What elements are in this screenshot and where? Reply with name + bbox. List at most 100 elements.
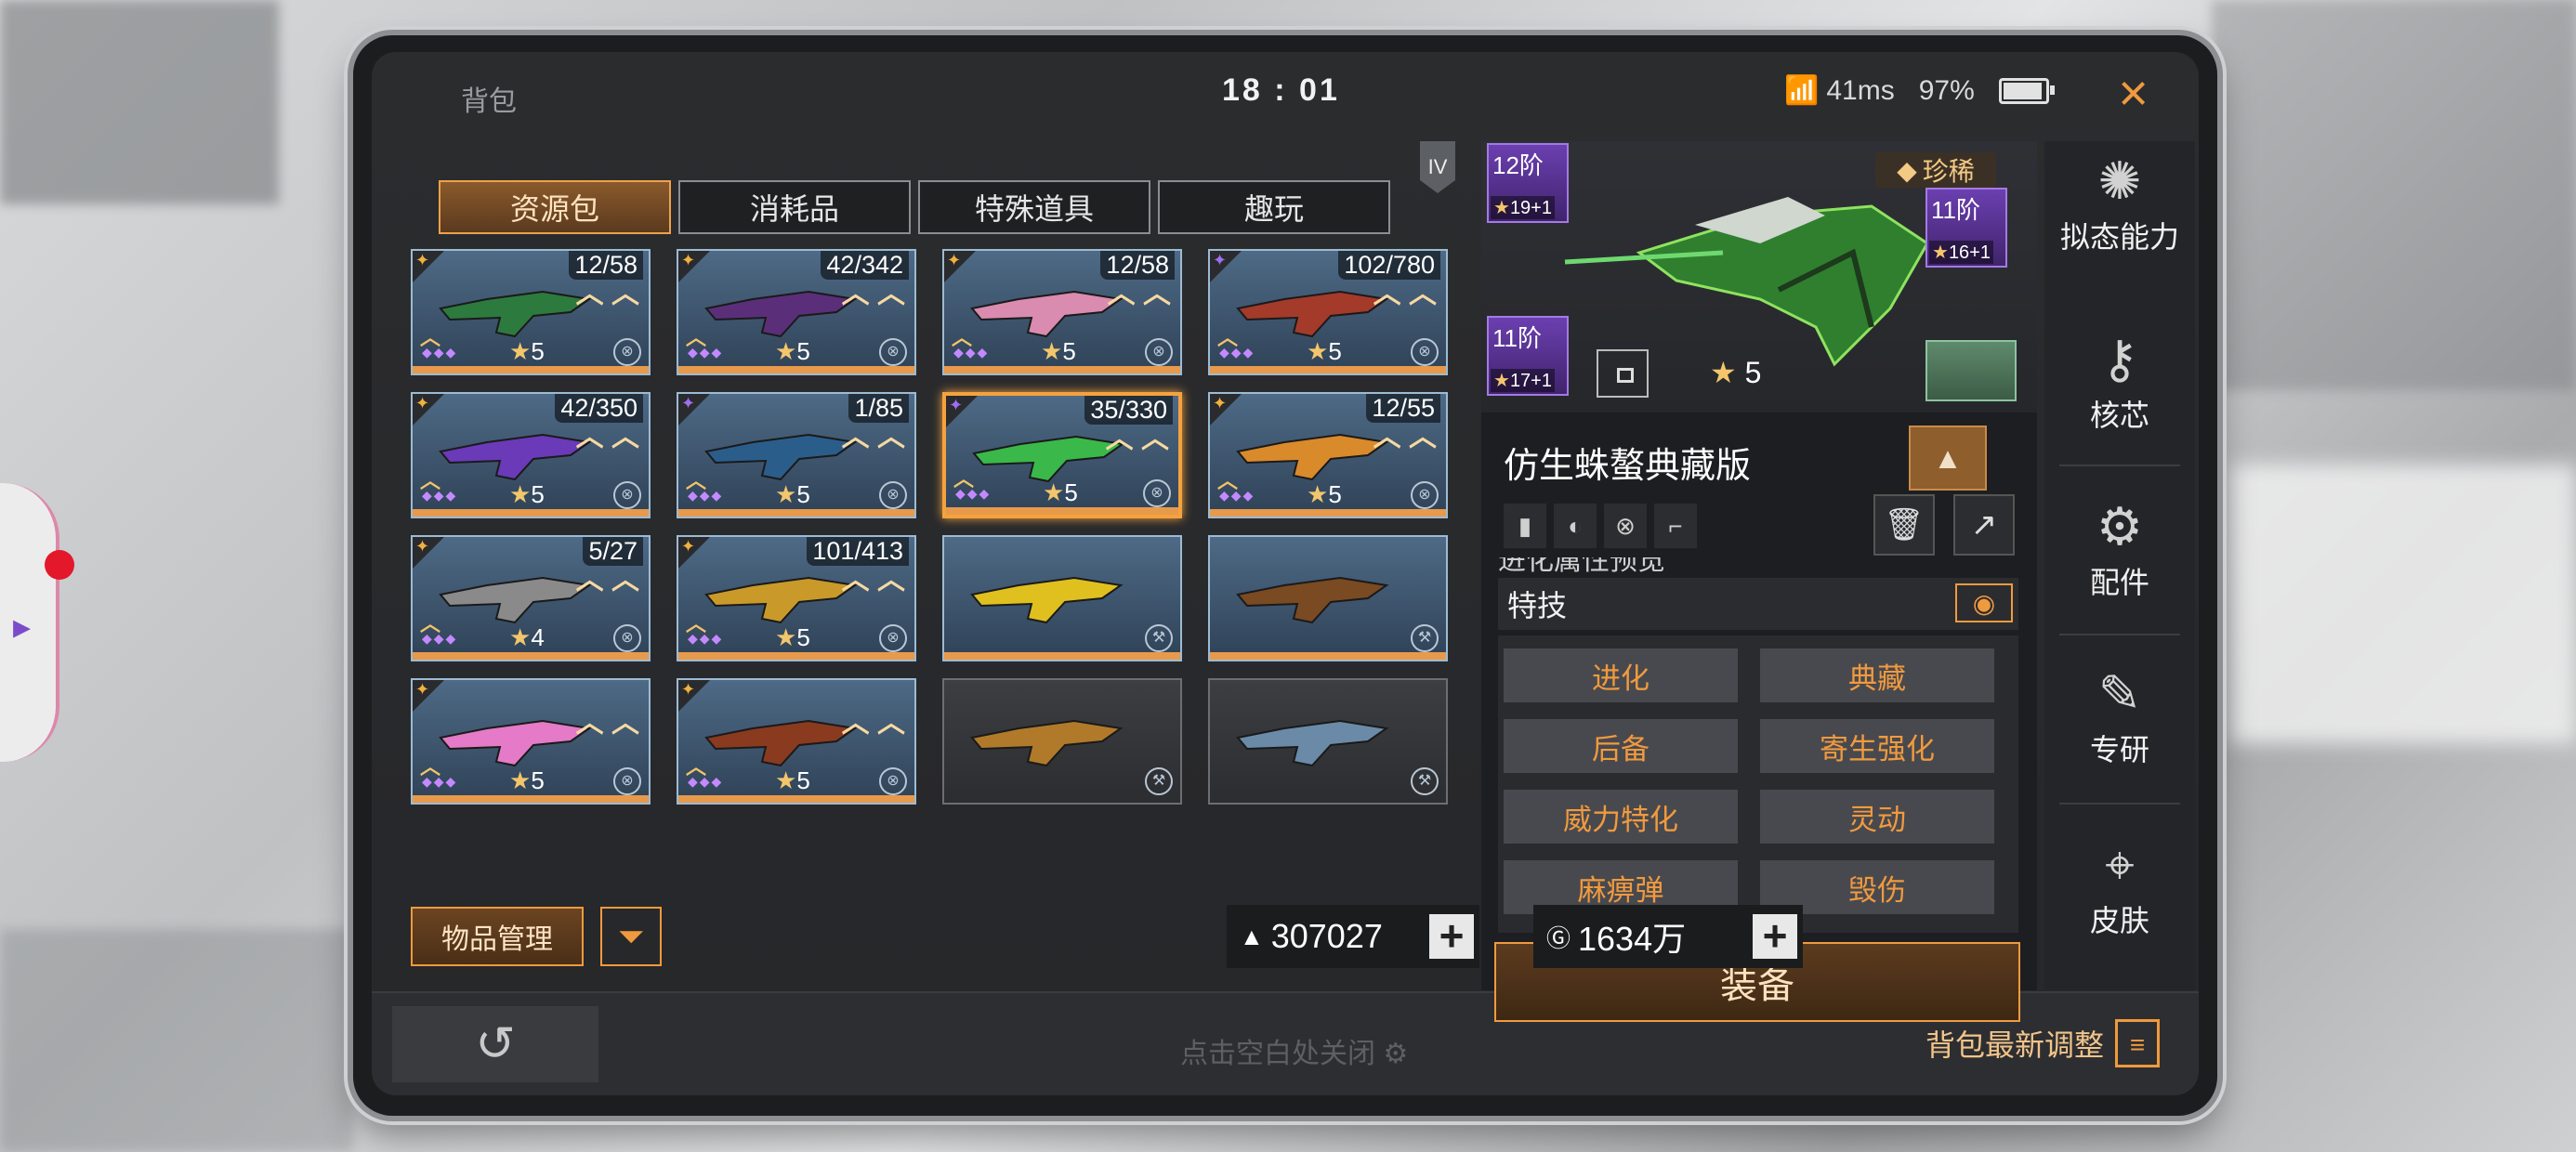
nav-skin[interactable]: ⌖ 皮肤 (2044, 832, 2195, 940)
crosshair-icon: ⊗ (1145, 338, 1173, 366)
level-chevron-icon: ︿ (686, 469, 707, 492)
rarity-icon: ✦ (1213, 251, 1228, 269)
latest-changes[interactable]: 背包最新调整 ≡ (1925, 1019, 2160, 1067)
eye-icon[interactable]: ◉ (1955, 583, 2013, 622)
ammo-icon[interactable]: ▮ (1504, 504, 1546, 548)
inventory-item[interactable]: ✦ 102/780 ︿ ︿ ︿ ◆◆◆ ★5 ⊗ (1208, 249, 1448, 375)
gun-icon[interactable]: ⌐ (1654, 504, 1697, 548)
item-stars-value: 5 (796, 480, 810, 508)
tab-consumables[interactable]: 消耗品 (678, 180, 911, 234)
nav-core[interactable]: ⚷ 核芯 (2044, 327, 2195, 435)
page-title: 背包 (461, 86, 517, 117)
inventory-item[interactable]: ✦ 42/342 ︿ ︿ ︿ ◆◆◆ ★5 ⊗ (677, 249, 916, 375)
inventory-item[interactable]: ✦ 101/413 ︿ ︿ ︿ ◆◆◆ ★5 ⊗ (677, 535, 916, 661)
crosshair-icon: ⊗ (613, 767, 641, 795)
inventory-item[interactable]: ✦ 5/27 ︿ ︿ ︿ ◆◆◆ ★4 ⊗ (411, 535, 651, 661)
mod-slot-1[interactable]: 12阶 ★19+1 (1487, 143, 1569, 223)
skill-item[interactable]: 寄生强化 (1760, 719, 1994, 773)
add-coin-button[interactable]: + (1753, 914, 1797, 959)
level-chevron-icon: ︿ (686, 326, 707, 349)
inventory-item[interactable]: ✦ 12/58 ︿ ︿ ︿ ◆◆◆ ★5 ⊗ (942, 249, 1182, 375)
progress-bar (413, 795, 649, 803)
inventory-item[interactable]: ✦ 12/55 ︿ ︿ ︿ ◆◆◆ ★5 ⊗ (1208, 392, 1448, 518)
progress-bar (678, 509, 914, 517)
upgrade-chevron-icon: ︿ ︿ (841, 279, 905, 309)
mod-stars: ★17+1 (1491, 369, 1555, 392)
view-mode-icon[interactable] (1597, 349, 1649, 398)
item-art (970, 719, 1124, 767)
nav-attachment[interactable]: ⚙ 配件 (2044, 494, 2195, 602)
inventory-item[interactable]: ⚒ (942, 535, 1182, 661)
progress-bar (944, 366, 1180, 373)
skills-title: 特技 (1507, 589, 1568, 622)
close-hint[interactable]: 点击空白处关闭 ⚙ (1180, 1030, 1408, 1071)
inventory-item[interactable]: ⚒ (1208, 678, 1448, 805)
back-button[interactable]: ↺ (392, 1006, 598, 1082)
research-icon: ✎ (2097, 664, 2142, 723)
tab-fun[interactable]: 趣玩 (1158, 180, 1390, 234)
item-count: 101/413 (807, 537, 909, 566)
skill-item[interactable]: 进化 (1504, 648, 1738, 702)
item-stars-value: 5 (796, 337, 810, 365)
crosshair-icon[interactable]: ⊗ (1604, 504, 1647, 548)
tab-resource-pack[interactable]: 资源包 (439, 180, 671, 234)
share-icon[interactable]: ↗ (1953, 494, 2015, 556)
inventory-item[interactable]: ✦ 42/350 ︿ ︿ ︿ ◆◆◆ ★5 ⊗ (411, 392, 651, 518)
expand-arrow-icon[interactable]: ▸ (13, 606, 31, 648)
nav-research[interactable]: ✎ 专研 (2044, 661, 2195, 769)
mod-slot-2[interactable]: 11阶 ★16+1 (1925, 188, 2007, 268)
clock: 18 : 01 (1222, 72, 1340, 108)
close-button[interactable]: × (2118, 67, 2149, 119)
level-chevron-icon: ︿ (1217, 326, 1239, 349)
filter-icon[interactable]: ⏷ (600, 907, 662, 966)
trash-icon[interactable]: 🗑 (1873, 494, 1935, 556)
currency-coin: Ⓖ 1634万 + (1533, 905, 1803, 968)
skill-item[interactable]: 威力特化 (1504, 790, 1738, 844)
item-count: 42/350 (555, 394, 643, 423)
inventory-item[interactable]: ✦ ︿ ︿ ︿ ◆◆◆ ★5 ⊗ (411, 678, 651, 805)
ping-value: 41ms (1826, 74, 1895, 106)
upgrade-chevron-icon: ︿ ︿ (841, 708, 905, 739)
spiral-icon[interactable]: ◐ (1554, 504, 1597, 548)
inventory-item[interactable]: ✦ 1/85 ︿ ︿ ︿ ◆◆◆ ★5 ⊗ (677, 392, 916, 518)
rarity-icon: ✦ (415, 680, 430, 699)
skills-header: 特技 ◉ (1498, 578, 2018, 630)
progress-bar (1210, 652, 1446, 660)
inventory-item[interactable]: ⚒ (1208, 535, 1448, 661)
inventory-item[interactable]: ⚒ (942, 678, 1182, 805)
add-crystal-button-2[interactable]: + (1429, 914, 1474, 959)
item-stars-value: 5 (796, 766, 810, 794)
nav-mimic[interactable]: ✺ 拟态能力 (2044, 149, 2195, 256)
upgrade-chevron-icon: ︿ ︿ (575, 565, 639, 596)
inventory-item[interactable]: ✦ 35/330 ︿ ︿ ︿ ◆◆◆ ★5 ⊗ (942, 392, 1182, 518)
progress-bar (1210, 366, 1446, 373)
item-art (1236, 719, 1389, 767)
attachment-thumb[interactable] (1925, 340, 2017, 401)
coin-amount: 1634万 (1578, 920, 1687, 958)
upgrade-icon[interactable]: ▲ (1909, 425, 1987, 491)
rarity-icon: ✦ (415, 251, 430, 269)
item-grid: ✦ 12/58 ︿ ︿ ︿ ◆◆◆ ★5 ⊗ ✦ 42/342 ︿ ︿ ︿ ◆◆◆ ★5 ⊗ ✦ 12/58 ︿… (411, 249, 1481, 883)
item-management-button[interactable]: 物品管理 (411, 907, 584, 966)
mod-stars-value: 16+1 (1948, 242, 1991, 263)
skill-item[interactable]: 典藏 (1760, 648, 1994, 702)
rarity-icon: ✦ (681, 394, 696, 412)
skill-item[interactable]: 后备 (1504, 719, 1738, 773)
mod-slot-3[interactable]: 11阶 ★17+1 (1487, 316, 1569, 396)
tab-special-items[interactable]: 特殊道具 (918, 180, 1150, 234)
upgrade-chevron-icon: ︿ ︿ (575, 422, 639, 452)
item-stars: ★5 (775, 337, 810, 365)
tool-icon: ⚒ (1411, 767, 1439, 795)
inventory-item[interactable]: ✦ 12/58 ︿ ︿ ︿ ◆◆◆ ★5 ⊗ (411, 249, 651, 375)
skill-item[interactable]: 灵动 (1760, 790, 1994, 844)
latest-changes-label: 背包最新调整 (1925, 1028, 2104, 1062)
weapon-name: 仿生蛛螯典藏版 (1504, 447, 1752, 486)
inventory-item[interactable]: ✦ ︿ ︿ ︿ ◆◆◆ ★5 ⊗ (677, 678, 916, 805)
level-chevron-icon: ︿ (686, 755, 707, 779)
crystal-amount-3: 307027 (1270, 917, 1383, 955)
skills-list: 进化 典藏 后备 寄生强化 威力特化 灵动 麻痹弹 毁伤 (1498, 635, 2018, 933)
attachment-icon: ⚙ (2096, 497, 2144, 556)
tool-icon: ⚒ (1145, 624, 1173, 652)
evolution-preview-row[interactable]: 进化属性预览 (1498, 557, 2018, 578)
weapon-stars-value: 5 (1744, 356, 1762, 389)
